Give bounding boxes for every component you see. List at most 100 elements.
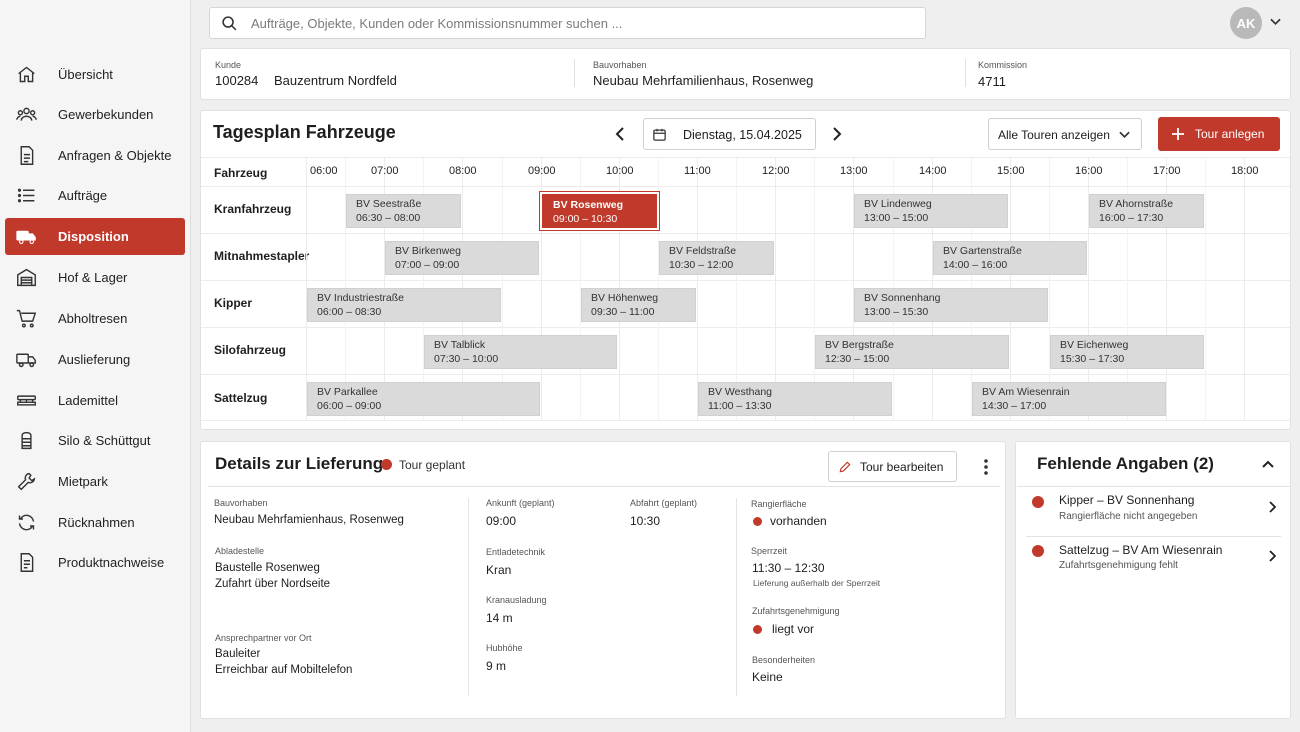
missing-item-title: Kipper – BV Sonnenhang: [1059, 493, 1195, 507]
sidebar-item-label: Produktnachweise: [58, 555, 165, 570]
tour-block[interactable]: BV Seestraße 06:30 – 08:00: [346, 194, 461, 228]
status-badge: Tour geplant: [399, 458, 466, 472]
tour-block[interactable]: BV Industriestraße 06:00 – 08:30: [307, 288, 501, 322]
sidebar-item-silo[interactable]: Silo & Schüttgut: [5, 422, 185, 459]
sidebar-item-label: Anfragen & Objekte: [58, 148, 172, 163]
tour-time: 07:00 – 09:00: [395, 259, 460, 271]
more-vertical-icon[interactable]: [983, 458, 989, 476]
kunde-label: Kunde: [215, 60, 242, 70]
vehicle-label-kipper: Kipper: [214, 296, 253, 310]
add-tour-label: Tour anlegen: [1195, 127, 1265, 141]
divider: [965, 59, 966, 87]
tour-block[interactable]: BV Talblick 07:30 – 10:00: [424, 335, 617, 369]
sidebar-item-uebersicht[interactable]: Übersicht: [5, 56, 185, 93]
sidebar-item-label: Aufträge: [58, 188, 108, 203]
warning-dot: [1032, 496, 1044, 508]
kranausladung-label: Kranausladung: [486, 595, 547, 605]
tour-name: BV Birkenweg: [395, 245, 461, 257]
chevron-right-icon[interactable]: [831, 126, 843, 142]
hubhoehe-value: 9 m: [486, 659, 507, 673]
tour-name: BV Sonnenhang: [864, 292, 941, 304]
entladetechnik-value: Kran: [486, 563, 512, 577]
grid-line: [201, 420, 1290, 421]
time-header-label: 10:00: [606, 165, 634, 177]
time-header-label: 06:00: [310, 165, 338, 177]
tour-block[interactable]: BV Feldstraße 10:30 – 12:00: [659, 241, 774, 275]
tour-block[interactable]: BV Sonnenhang 13:00 – 15:30: [854, 288, 1048, 322]
tour-block-selected[interactable]: BV Rosenweg 09:00 – 10:30: [542, 194, 657, 228]
time-header-label: 12:00: [762, 165, 790, 177]
chevron-up-icon[interactable]: [1262, 460, 1274, 468]
time-header-label: 08:00: [449, 165, 477, 177]
abladestelle-line2: Zufahrt über Nordseite: [215, 578, 331, 590]
sidebar-item-auftraege[interactable]: Aufträge: [5, 177, 185, 214]
tour-block[interactable]: BV Lindenweg 13:00 – 15:00: [854, 194, 1008, 228]
tour-block[interactable]: BV Bergstraße 12:30 – 15:00: [815, 335, 1009, 369]
ansprechpartner-line1: Bauleiter: [215, 648, 261, 660]
sidebar-item-gewerbekunden[interactable]: Gewerbekunden: [5, 96, 185, 133]
tour-name: BV Westhang: [708, 386, 773, 398]
sidebar-item-ruecknahmen[interactable]: Rücknahmen: [5, 504, 185, 541]
tour-time: 15:30 – 17:30: [1060, 353, 1125, 365]
missing-item[interactable]: Sattelzug – BV Am Wiesenrain Zufahrtsgen…: [1016, 537, 1292, 587]
grid-line: [1205, 158, 1206, 420]
kunde-number: 100284: [215, 73, 259, 88]
date-value: Dienstag, 15.04.2025: [683, 128, 802, 142]
besonderheiten-label: Besonderheiten: [752, 655, 816, 665]
tour-filter-select[interactable]: Alle Touren anzeigen: [988, 118, 1142, 150]
tour-block[interactable]: BV Parkallee 06:00 – 09:00: [307, 382, 540, 416]
pencil-icon: [839, 461, 851, 473]
tour-block[interactable]: BV Birkenweg 07:00 – 09:00: [385, 241, 539, 275]
rangierflaeche-value: vorhanden: [770, 514, 827, 528]
sidebar-item-mietpark[interactable]: Mietpark: [5, 463, 185, 500]
tour-block[interactable]: BV Eichenweg 15:30 – 17:30: [1050, 335, 1204, 369]
sidebar-item-label: Rücknahmen: [58, 515, 135, 530]
divider: [468, 498, 469, 696]
grid-line: [1049, 158, 1050, 420]
sidebar-item-auslieferung[interactable]: Auslieferung: [5, 341, 185, 378]
sidebar-item-disposition[interactable]: Disposition: [5, 218, 185, 255]
tour-block[interactable]: BV Westhang 11:00 – 13:30: [698, 382, 892, 416]
missing-item-title: Sattelzug – BV Am Wiesenrain: [1059, 543, 1223, 557]
time-header-label: 17:00: [1153, 165, 1181, 177]
sidebar-item-produktnachweise[interactable]: Produktnachweise: [5, 544, 185, 581]
tour-block[interactable]: BV Gartenstraße 14:00 – 16:00: [933, 241, 1087, 275]
time-header-label: 09:00: [528, 165, 556, 177]
tour-name: BV Lindenweg: [864, 198, 932, 210]
bauvorhaben-label: Bauvorhaben: [593, 60, 647, 70]
edit-tour-button[interactable]: Tour bearbeiten: [828, 451, 957, 482]
time-header-label: 07:00: [371, 165, 399, 177]
vehicle-label-mitnahmestapler: Mitnahmestapler: [214, 249, 310, 263]
tour-block[interactable]: BV Höhenweg 09:30 – 11:00: [581, 288, 696, 322]
chevron-right-icon: [1269, 501, 1276, 513]
tour-time: 14:30 – 17:00: [982, 400, 1047, 412]
chevron-left-icon[interactable]: [614, 126, 626, 142]
silo-icon: [21, 431, 32, 450]
sperrzeit-note: Lieferung außerhalb der Sperrzeit: [753, 578, 881, 588]
tour-time: 16:00 – 17:30: [1099, 212, 1164, 224]
missing-item[interactable]: Kipper – BV Sonnenhang Rangierfläche nic…: [1016, 487, 1292, 537]
tour-name: BV Am Wiesenrain: [982, 386, 1070, 398]
sidebar-item-lademittel[interactable]: Lademittel: [5, 382, 185, 419]
tour-name: BV Bergstraße: [825, 339, 894, 351]
cart-icon: [16, 309, 37, 328]
chevron-down-icon[interactable]: [1270, 18, 1281, 26]
sidebar-item-abholtresen[interactable]: Abholtresen: [5, 300, 185, 337]
search-bar[interactable]: [209, 7, 926, 39]
tour-block[interactable]: BV Am Wiesenrain 14:30 – 17:00: [972, 382, 1166, 416]
sidebar-item-anfragen[interactable]: Anfragen & Objekte: [5, 137, 185, 174]
sidebar-item-hof-lager[interactable]: Hof & Lager: [5, 259, 185, 296]
tour-name: BV Rosenweg: [553, 199, 624, 211]
besonderheiten-value: Keine: [752, 670, 783, 684]
sperrzeit-label: Sperrzeit: [751, 546, 788, 556]
date-picker[interactable]: Dienstag, 15.04.2025: [643, 118, 816, 150]
add-tour-button[interactable]: Tour anlegen: [1158, 117, 1280, 151]
home-icon: [18, 66, 35, 83]
tour-block[interactable]: BV Ahornstraße 16:00 – 17:30: [1089, 194, 1204, 228]
ankunft-value: 09:00: [486, 514, 517, 528]
avatar[interactable]: AK: [1230, 7, 1262, 39]
grid-line: [814, 158, 815, 420]
kranausladung-value: 14 m: [486, 611, 513, 625]
sidebar-item-label: Mietpark: [58, 474, 108, 489]
search-input[interactable]: [251, 8, 911, 38]
